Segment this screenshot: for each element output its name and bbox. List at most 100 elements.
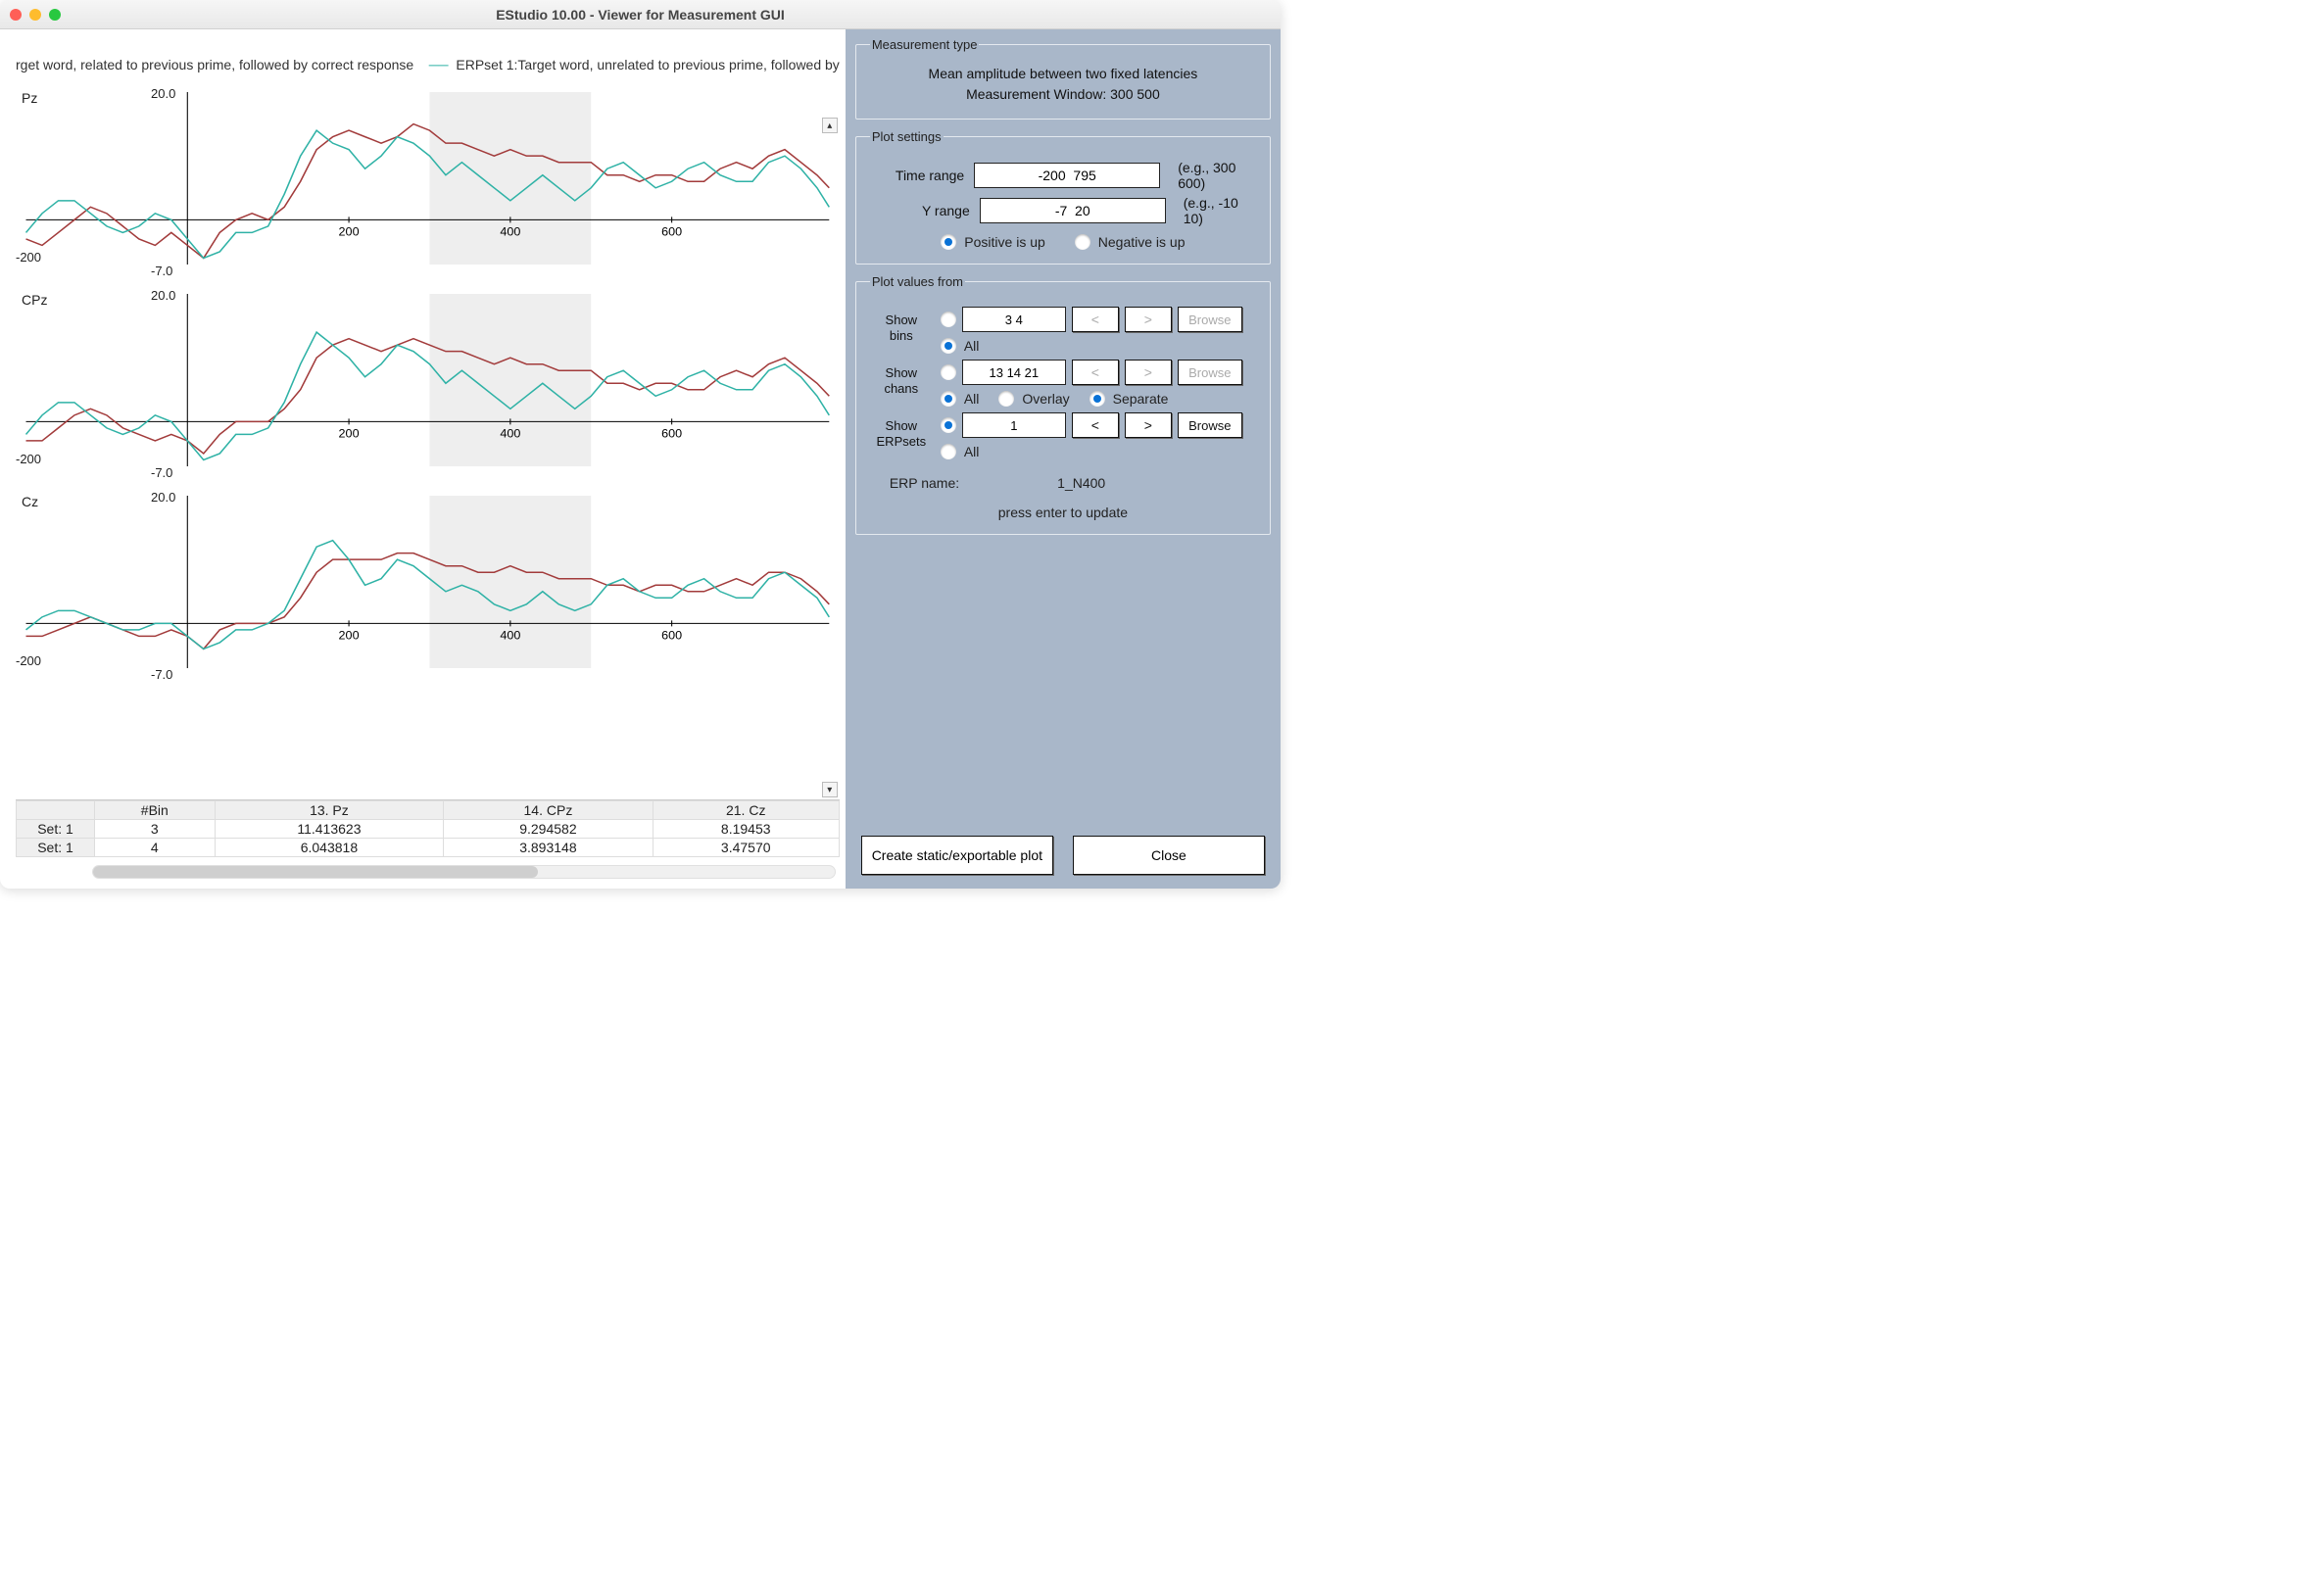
erpsets-browse-button[interactable]: Browse (1178, 412, 1242, 438)
chans-next-button[interactable]: > (1125, 360, 1172, 385)
svg-text:200: 200 (339, 225, 360, 239)
table-col-pz: 13. Pz (215, 801, 444, 820)
negative-up-label: Negative is up (1098, 234, 1186, 250)
chans-specific-radio[interactable] (941, 364, 956, 380)
bins-prev-button[interactable]: < (1072, 307, 1119, 332)
table-col-cpz: 14. CPz (444, 801, 653, 820)
window-zoom-button[interactable] (49, 9, 61, 21)
show-erpsets-label: Show ERPsets (870, 412, 933, 449)
radio-dot-icon (941, 444, 956, 459)
erpsets-next-button[interactable]: > (1125, 412, 1172, 438)
measurement-type-line2: Measurement Window: 300 500 (870, 84, 1256, 105)
svg-text:200: 200 (339, 427, 360, 441)
chans-input[interactable] (962, 360, 1066, 385)
measurement-type-group: Measurement type Mean amplitude between … (855, 37, 1271, 120)
chans-separate-radio[interactable]: Separate (1089, 391, 1169, 407)
scroll-down-icon[interactable]: ▾ (822, 782, 838, 797)
traffic-lights (10, 9, 61, 21)
table-header-row: #Bin 13. Pz 14. CPz 21. Cz (17, 801, 840, 820)
table-row[interactable]: Set: 146.0438183.8931483.47570 (17, 839, 840, 857)
svg-text:600: 600 (661, 629, 682, 643)
cell-cz: 8.19453 (653, 820, 839, 839)
results-table: #Bin 13. Pz 14. CPz 21. Cz Set: 1311.413… (16, 800, 840, 857)
erpsets-specific-radio[interactable] (941, 417, 956, 433)
bins-input[interactable] (962, 307, 1066, 332)
scrollbar-thumb[interactable] (93, 866, 538, 878)
y-range-hint: (e.g., -10 10) (1184, 195, 1256, 226)
svg-text:200: 200 (339, 629, 360, 643)
cell-cpz: 3.893148 (444, 839, 653, 857)
table-horizontal-scrollbar[interactable] (92, 865, 836, 879)
plot-pane: rget word, related to previous prime, fo… (0, 29, 846, 889)
create-plot-button[interactable]: Create static/exportable plot (861, 836, 1053, 875)
erp-plot-cz[interactable]: Cz20.0-7.0-200200400600 (16, 488, 840, 684)
erpsets-input[interactable] (962, 412, 1066, 438)
channel-label: Pz (22, 90, 37, 106)
xmin-label: -200 (16, 250, 41, 265)
window-minimize-button[interactable] (29, 9, 41, 21)
cell-cpz: 9.294582 (444, 820, 653, 839)
legend-series1-text: rget word, related to previous prime, fo… (16, 57, 413, 72)
erp-plot-cpz[interactable]: CPz20.0-7.0-200200400600 (16, 286, 840, 482)
svg-text:400: 400 (500, 629, 520, 643)
show-chans-label: Show chans (870, 360, 933, 396)
window-close-button[interactable] (10, 9, 22, 21)
radio-dot-icon (941, 338, 956, 354)
channel-label: CPz (22, 292, 47, 308)
cell-pz: 11.413623 (215, 820, 444, 839)
chans-all-radio[interactable]: All (941, 391, 980, 407)
measurement-type-legend: Measurement type (870, 37, 980, 52)
radio-dot-icon (941, 391, 956, 407)
svg-text:400: 400 (500, 225, 520, 239)
radio-dot-icon (941, 364, 956, 380)
results-table-wrap: #Bin 13. Pz 14. CPz 21. Cz Set: 1311.413… (16, 799, 840, 879)
erpsets-prev-button[interactable]: < (1072, 412, 1119, 438)
row-set: Set: 1 (17, 839, 95, 857)
bins-browse-button[interactable]: Browse (1178, 307, 1242, 332)
titlebar: EStudio 10.00 - Viewer for Measurement G… (0, 0, 1281, 29)
plot-legend: rget word, related to previous prime, fo… (16, 39, 840, 78)
y-range-label: Y range (870, 203, 970, 218)
chans-browse-button[interactable]: Browse (1178, 360, 1242, 385)
erp-plot-pz[interactable]: Pz20.0-7.0-200200400600 (16, 84, 840, 280)
bins-next-button[interactable]: > (1125, 307, 1172, 332)
time-range-label: Time range (870, 168, 964, 183)
cell-bin: 3 (95, 820, 216, 839)
table-row[interactable]: Set: 1311.4136239.2945828.19453 (17, 820, 840, 839)
ymax-label: 20.0 (151, 86, 175, 101)
radio-dot-icon (941, 234, 956, 250)
table-col-cz: 21. Cz (653, 801, 839, 820)
positive-up-label: Positive is up (964, 234, 1044, 250)
close-button[interactable]: Close (1073, 836, 1265, 875)
table-col-empty (17, 801, 95, 820)
legend-series2-text: ERPset 1:Target word, unrelated to previ… (456, 57, 839, 72)
svg-text:600: 600 (661, 427, 682, 441)
measurement-type-line1: Mean amplitude between two fixed latenci… (870, 64, 1256, 84)
plot-values-group: Plot values from Show bins < > Browse (855, 274, 1271, 535)
cell-cz: 3.47570 (653, 839, 839, 857)
legend-swatch-icon: ── (429, 57, 449, 72)
bins-all-radio[interactable]: All (941, 338, 980, 354)
time-range-input[interactable] (974, 163, 1160, 188)
bins-specific-radio[interactable] (941, 312, 956, 327)
radio-dot-icon (1075, 234, 1090, 250)
row-set: Set: 1 (17, 820, 95, 839)
chans-overlay-label: Overlay (1022, 391, 1069, 407)
y-range-input[interactable] (980, 198, 1166, 223)
ymax-label: 20.0 (151, 288, 175, 303)
radio-dot-icon (1089, 391, 1105, 407)
erp-name-value: 1_N400 (1057, 475, 1105, 491)
controls-pane: Measurement type Mean amplitude between … (846, 29, 1281, 889)
plot-settings-legend: Plot settings (870, 129, 944, 144)
radio-dot-icon (941, 417, 956, 433)
erpsets-all-radio[interactable]: All (941, 444, 980, 459)
table-col-bin: #Bin (95, 801, 216, 820)
negative-up-radio[interactable]: Negative is up (1075, 234, 1186, 250)
ymin-label: -7.0 (151, 667, 172, 682)
show-bins-label: Show bins (870, 307, 933, 343)
chans-overlay-radio[interactable]: Overlay (998, 391, 1069, 407)
chans-prev-button[interactable]: < (1072, 360, 1119, 385)
positive-up-radio[interactable]: Positive is up (941, 234, 1044, 250)
plots-area: ▴ ▾ Pz20.0-7.0-200200400600CPz20.0-7.0-2… (16, 78, 840, 797)
ymin-label: -7.0 (151, 264, 172, 278)
